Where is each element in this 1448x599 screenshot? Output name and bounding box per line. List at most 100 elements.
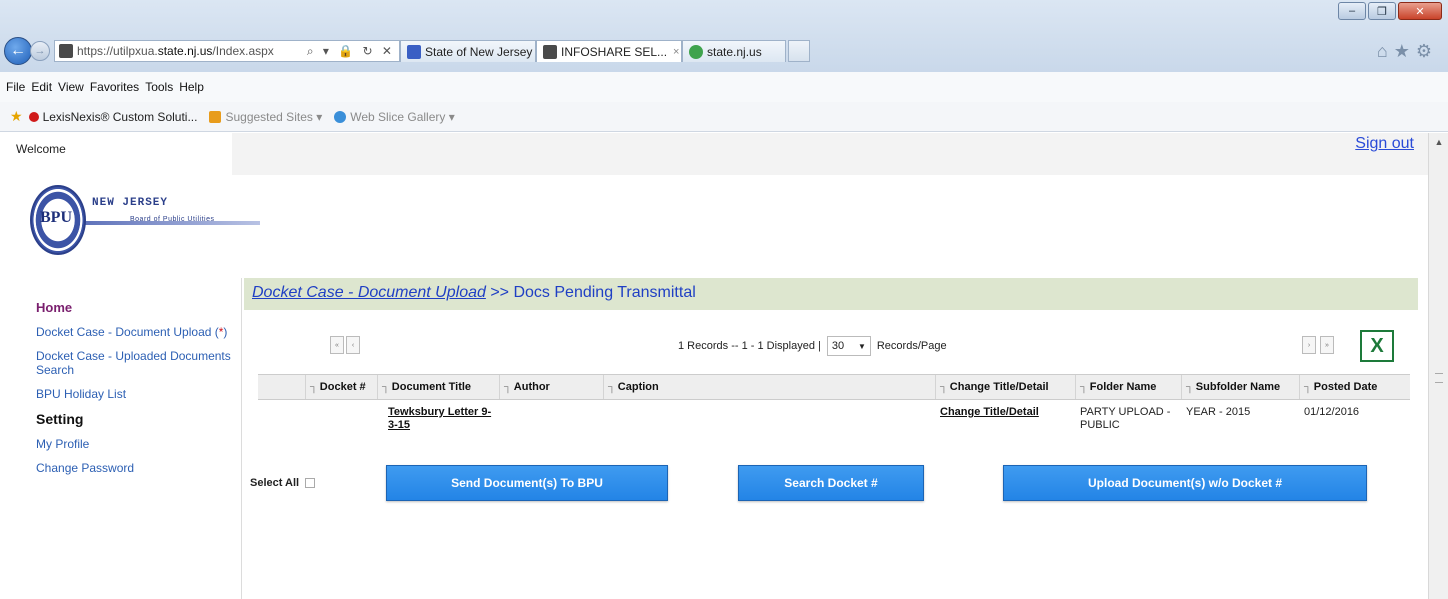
address-bar[interactable]: https://utilpxua. state.nj.us/Index.aspx … bbox=[54, 40, 400, 62]
forward-button[interactable]: → bbox=[30, 41, 50, 61]
subfolder-name-cell: YEAR - 2015 bbox=[1186, 406, 1251, 418]
column-header-caption[interactable]: ┐ Caption bbox=[604, 375, 936, 399]
vertical-scrollbar[interactable]: ▲ bbox=[1428, 133, 1448, 599]
upload-without-docket-button[interactable]: Upload Document(s) w/o Docket # bbox=[1003, 465, 1367, 501]
logo-subtitle: Board of Public Utilities bbox=[130, 216, 215, 223]
close-window-button[interactable]: ✕ bbox=[1398, 2, 1442, 20]
favorite-label: LexisNexis® Custom Soluti... bbox=[42, 109, 198, 124]
column-header-label: Docket # bbox=[319, 381, 366, 393]
sidebar-item-document-upload[interactable]: Docket Case - Document Upload (*) bbox=[36, 325, 241, 339]
sort-icon: ┐ bbox=[310, 381, 318, 393]
sort-icon: ┐ bbox=[504, 381, 512, 393]
column-header-author[interactable]: ┐ Author bbox=[500, 375, 604, 399]
column-header-docket[interactable]: ┐ Docket # bbox=[306, 375, 378, 399]
author-cell bbox=[500, 400, 604, 444]
posted-date-cell: 01/12/2016 bbox=[1304, 406, 1360, 418]
scroll-grip[interactable] bbox=[1435, 373, 1443, 383]
menu-help[interactable]: Help bbox=[179, 80, 204, 94]
export-excel-icon[interactable]: X bbox=[1360, 330, 1394, 362]
table-row: Tewksbury Letter 9-3-15 Change Title/Det… bbox=[258, 400, 1410, 444]
web-page: Welcome Sign out BPU NEW JERSEY Board of… bbox=[0, 133, 1428, 599]
column-header-label: Change Title/Detail bbox=[949, 381, 1049, 393]
sidebar: Home Docket Case - Document Upload (*) D… bbox=[0, 278, 242, 599]
row-select-cell bbox=[258, 400, 306, 444]
sort-icon: ┐ bbox=[1186, 381, 1194, 393]
navigation-row: ← → https://utilpxua. state.nj.us/Index.a… bbox=[4, 37, 1444, 65]
pager: « ‹ 1 Records -- 1 - 1 Displayed | 30 ▼ R… bbox=[244, 328, 1418, 362]
address-bar-icons[interactable]: ⌕ ▾ 🔒 ↻ ✕ bbox=[307, 44, 399, 59]
tab-infoshare[interactable]: INFOSHARE SEL... × bbox=[536, 40, 682, 62]
infoshare-favicon-icon bbox=[543, 44, 557, 59]
menu-favorites[interactable]: Favorites bbox=[90, 80, 139, 94]
column-header-label: Subfolder Name bbox=[1195, 381, 1281, 393]
tab-label: State of New Jersey bbox=[425, 44, 533, 59]
pager-info: 1 Records -- 1 - 1 Displayed | 30 ▼ Recor… bbox=[678, 336, 947, 356]
breadcrumb-link-document-upload[interactable]: Docket Case - Document Upload bbox=[252, 284, 486, 301]
column-header-folder-name[interactable]: ┐ Folder Name bbox=[1076, 375, 1182, 399]
sidebar-item-uploaded-documents-search[interactable]: Docket Case - Uploaded Documents Search bbox=[36, 349, 241, 377]
sidebar-item-home[interactable]: Home bbox=[36, 300, 241, 315]
web-slice-icon bbox=[334, 110, 347, 123]
home-favorites-tools-icons[interactable]: ⌂★⚙ bbox=[1377, 41, 1438, 62]
menu-file[interactable]: File bbox=[6, 80, 25, 94]
favorite-suggested-sites[interactable]: Suggested Sites ▾ bbox=[209, 110, 322, 124]
sidebar-item-change-password[interactable]: Change Password bbox=[36, 461, 241, 475]
breadcrumb: Docket Case - Document Upload >> Docs Pe… bbox=[244, 278, 1418, 310]
records-per-page-value: 30 bbox=[831, 340, 845, 352]
sort-icon: ┐ bbox=[382, 381, 390, 393]
favorite-label: Suggested Sites ▾ bbox=[225, 109, 323, 124]
tab-state-nj-us[interactable]: state.nj.us bbox=[682, 40, 786, 62]
sign-out-link[interactable]: Sign out bbox=[1355, 135, 1414, 153]
column-header-label: Caption bbox=[617, 381, 659, 393]
new-tab-button[interactable] bbox=[788, 40, 810, 62]
select-all-checkbox[interactable] bbox=[305, 478, 316, 488]
column-header-subfolder-name[interactable]: ┐ Subfolder Name bbox=[1182, 375, 1300, 399]
sort-icon: ┐ bbox=[1080, 381, 1088, 393]
favorite-web-slice-gallery[interactable]: Web Slice Gallery ▾ bbox=[334, 110, 455, 124]
welcome-bar-fill bbox=[232, 133, 1428, 175]
bpu-logo: BPU NEW JERSEY Board of Public Utilities bbox=[30, 185, 270, 275]
welcome-text: Welcome bbox=[0, 133, 232, 175]
last-page-button[interactable]: » bbox=[1320, 336, 1334, 354]
scroll-up-arrow-icon[interactable]: ▲ bbox=[1429, 133, 1448, 151]
select-all-label: Select All bbox=[250, 477, 300, 489]
column-header-change-title[interactable]: ┐ Change Title/Detail bbox=[936, 375, 1076, 399]
favorites-star-icon[interactable]: ★ bbox=[10, 108, 23, 125]
favorite-lexisnexis[interactable]: LexisNexis® Custom Soluti... bbox=[28, 109, 198, 124]
tab-close-icon[interactable]: × bbox=[673, 46, 679, 58]
bpu-seal-icon: BPU bbox=[30, 185, 86, 255]
tab-state-of-new-jersey[interactable]: State of New Jersey bbox=[400, 40, 536, 62]
sidebar-item-my-profile[interactable]: My Profile bbox=[36, 437, 241, 451]
minimize-button[interactable]: – bbox=[1338, 2, 1366, 20]
table-header: ┐ Docket # ┐ Document Title ┐ Author ┐ Capti… bbox=[258, 374, 1410, 400]
menu-view[interactable]: View bbox=[58, 80, 84, 94]
suggested-sites-icon bbox=[209, 110, 222, 123]
column-header-posted-date[interactable]: ┐ Posted Date bbox=[1300, 375, 1408, 399]
sidebar-heading-setting: Setting bbox=[36, 411, 84, 427]
menu-edit[interactable]: Edit bbox=[31, 80, 52, 94]
change-title-detail-link[interactable]: Change Title/Detail bbox=[936, 400, 1076, 444]
breadcrumb-separator: >> bbox=[485, 284, 514, 301]
records-per-page-select[interactable]: 30 ▼ bbox=[826, 336, 871, 356]
column-header-document-title[interactable]: ┐ Document Title bbox=[378, 375, 500, 399]
folder-name-cell: PARTY UPLOAD - PUBLIC bbox=[1080, 406, 1171, 431]
logo-title: NEW JERSEY bbox=[92, 197, 169, 209]
tab-label: state.nj.us bbox=[707, 44, 762, 59]
column-header-label: Folder Name bbox=[1089, 381, 1157, 393]
prev-page-button[interactable]: ‹ bbox=[346, 336, 360, 354]
send-documents-button[interactable]: Send Document(s) To BPU bbox=[386, 465, 668, 501]
breadcrumb-current: Docs Pending Transmittal bbox=[513, 284, 696, 301]
maximize-button[interactable]: ❐ bbox=[1368, 2, 1396, 20]
back-button[interactable]: ← bbox=[4, 37, 32, 65]
search-docket-button[interactable]: Search Docket # bbox=[738, 465, 924, 501]
sidebar-item-holiday-list[interactable]: BPU Holiday List bbox=[36, 387, 241, 401]
url-prefix: https://utilpxua. bbox=[77, 44, 158, 58]
document-title-link[interactable]: Tewksbury Letter 9-3-15 bbox=[378, 400, 500, 444]
first-page-button[interactable]: « bbox=[330, 336, 344, 354]
next-page-button[interactable]: › bbox=[1302, 336, 1316, 354]
menu-tools[interactable]: Tools bbox=[145, 80, 173, 94]
records-info: 1 Records -- 1 - 1 Displayed | bbox=[678, 340, 821, 352]
site-favicon-icon bbox=[59, 44, 73, 58]
column-header-label: Author bbox=[513, 381, 550, 393]
window-controls: – ❐ ✕ bbox=[1338, 2, 1442, 20]
